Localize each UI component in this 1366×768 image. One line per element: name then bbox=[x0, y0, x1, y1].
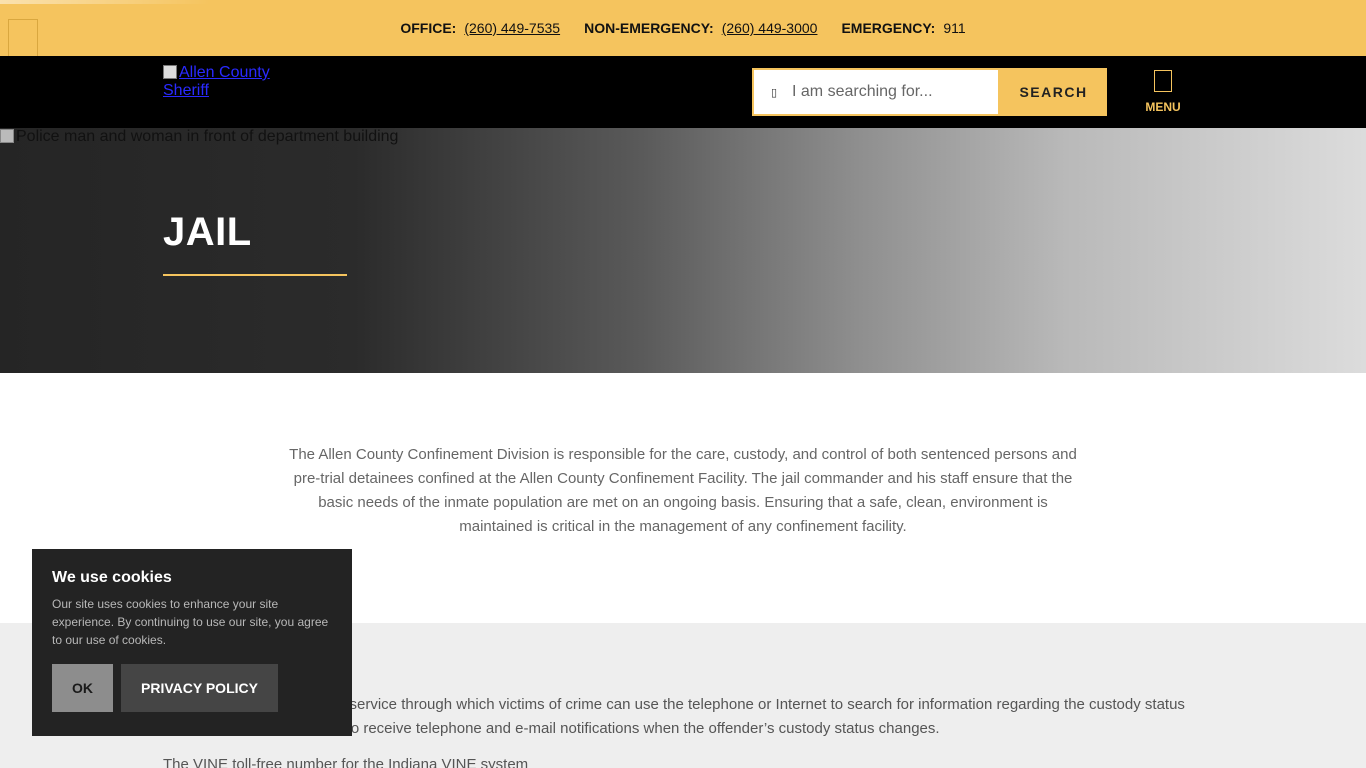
search-button[interactable]: SEARCH bbox=[1000, 68, 1107, 116]
contact-label: OFFICE: bbox=[400, 20, 457, 36]
title-underline bbox=[163, 274, 347, 276]
hamburger-icon bbox=[1154, 70, 1172, 92]
cookie-banner: We use cookies Our site uses cookies to … bbox=[32, 549, 352, 736]
menu-button[interactable]: MENU bbox=[1140, 70, 1186, 116]
hero-image-alt-text: Police man and woman in front of departm… bbox=[16, 128, 399, 145]
cookie-ok-button[interactable]: OK bbox=[52, 664, 113, 712]
vine-phone-line: The VINE toll-free number for the Indian… bbox=[163, 756, 529, 768]
contact-office: OFFICE: (260) 449-7535 bbox=[400, 20, 560, 36]
site-header: Allen County Sheriff ▯ SEARCH MENU bbox=[0, 56, 1366, 128]
page-title: JAIL bbox=[163, 210, 252, 254]
hero-banner: Police man and woman in front of departm… bbox=[0, 128, 1366, 373]
contact-label: NON-EMERGENCY: bbox=[584, 20, 714, 36]
cookie-message: Our site uses cookies to enhance your si… bbox=[52, 597, 329, 647]
broken-image-icon bbox=[0, 129, 14, 143]
broken-image-icon bbox=[163, 65, 177, 79]
contact-label: EMERGENCY: bbox=[841, 20, 936, 36]
contact-non-emergency: NON-EMERGENCY: (260) 449-3000 bbox=[584, 20, 817, 36]
contact-emergency: EMERGENCY: 911 bbox=[841, 20, 965, 36]
non-emergency-phone-link[interactable]: (260) 449-3000 bbox=[722, 20, 818, 36]
search-form: ▯ SEARCH bbox=[752, 68, 1107, 116]
search-field[interactable]: ▯ bbox=[752, 68, 1000, 116]
menu-label: MENU bbox=[1145, 100, 1181, 114]
emergency-number: 911 bbox=[943, 20, 966, 36]
site-logo-link[interactable]: Allen County Sheriff bbox=[163, 64, 283, 100]
logo-alt-text: Allen County Sheriff bbox=[163, 64, 270, 99]
hero-image: Police man and woman in front of departm… bbox=[0, 128, 398, 146]
contact-list: OFFICE: (260) 449-7535 NON-EMERGENCY: (2… bbox=[0, 0, 1366, 56]
cookie-title: We use cookies bbox=[52, 569, 172, 586]
privacy-policy-button[interactable]: PRIVACY POLICY bbox=[121, 664, 278, 712]
search-input[interactable] bbox=[792, 83, 992, 101]
intro-paragraph: The Allen County Confinement Division is… bbox=[289, 446, 1077, 535]
cookie-actions: OK PRIVACY POLICY bbox=[52, 664, 278, 712]
office-phone-link[interactable]: (260) 449-7535 bbox=[464, 20, 560, 36]
search-icon: ▯ bbox=[770, 86, 778, 99]
contact-bar: OFFICE: (260) 449-7535 NON-EMERGENCY: (2… bbox=[0, 0, 1366, 56]
